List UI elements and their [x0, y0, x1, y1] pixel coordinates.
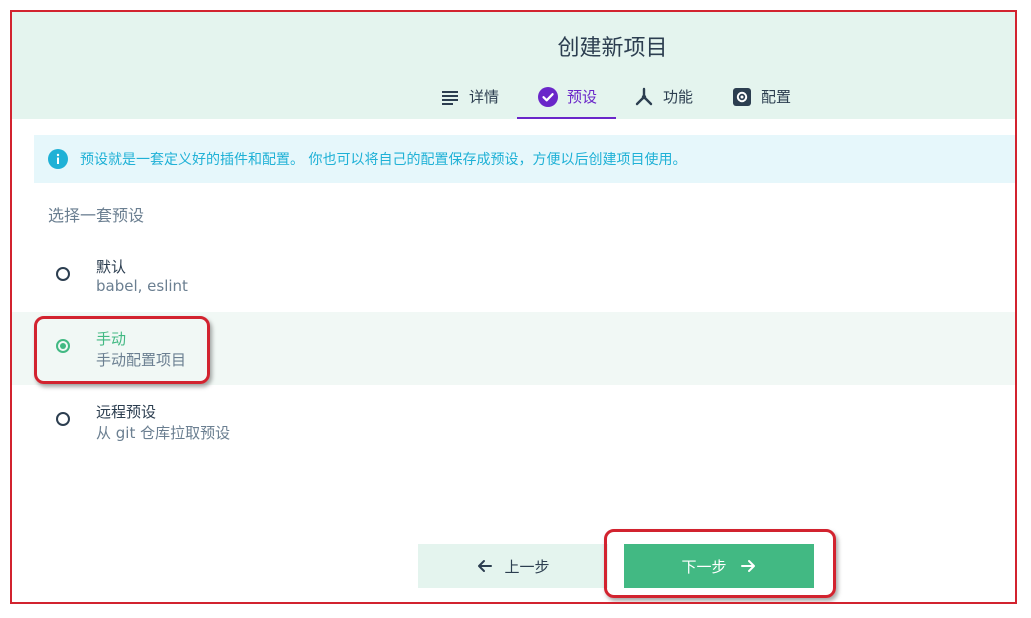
preset-option-manual[interactable]: 手动 手动配置项目: [12, 312, 1015, 385]
tab-details[interactable]: 详情: [440, 74, 499, 119]
tab-label: 功能: [663, 88, 694, 106]
info-banner: 预设就是一套定义好的插件和配置。 你也可以将自己的配置保存成预设，方便以后创建项…: [34, 135, 1015, 183]
settings-icon: [733, 87, 751, 106]
page-title: 创建新项目: [557, 36, 668, 61]
section-label: 选择一套预设: [48, 206, 145, 225]
tab-config[interactable]: 配置: [732, 74, 791, 119]
tab-label: 详情: [469, 88, 500, 106]
next-step-button[interactable]: 下一步: [624, 544, 814, 588]
preset-name: 默认: [96, 258, 127, 276]
tab-presets[interactable]: 预设: [516, 74, 617, 119]
step-tabs: 详情 预设 功能 配置: [12, 74, 1015, 119]
preset-description: 从 git 仓库拉取预设: [96, 424, 231, 442]
arrow-left-icon: [478, 560, 493, 572]
preset-name: 手动: [96, 330, 127, 348]
preset-option-remote[interactable]: 远程预设 从 git 仓库拉取预设: [12, 385, 1015, 458]
preset-option-default[interactable]: 默认 babel, eslint: [12, 240, 1015, 313]
list-icon: [442, 90, 458, 105]
radio-button[interactable]: [56, 267, 70, 281]
tab-features[interactable]: 功能: [634, 74, 693, 119]
info-text: 预设就是一套定义好的插件和配置。 你也可以将自己的配置保存成预设，方便以后创建项…: [80, 152, 687, 168]
tab-label: 预设: [567, 88, 598, 106]
info-icon: [48, 149, 68, 169]
check-circle-icon: [538, 86, 558, 107]
tab-label: 配置: [761, 88, 792, 106]
arrow-right-icon: [740, 560, 755, 572]
preset-description: 手动配置项目: [96, 351, 187, 369]
fork-icon: [635, 87, 653, 105]
preset-description: babel, eslint: [96, 277, 188, 295]
next-step-label: 下一步: [681, 557, 727, 576]
app-window: 创建新项目 详情 预设 功能 配置 预设就是一套定义好的插件和配置。 你也可以将…: [10, 10, 1017, 604]
radio-button-selected[interactable]: [56, 339, 70, 353]
radio-button[interactable]: [56, 412, 70, 426]
previous-step-label: 上一步: [504, 557, 550, 576]
header: 创建新项目 详情 预设 功能 配置: [12, 12, 1015, 119]
previous-step-button[interactable]: 上一步: [418, 544, 608, 588]
preset-name: 远程预设: [96, 403, 157, 421]
